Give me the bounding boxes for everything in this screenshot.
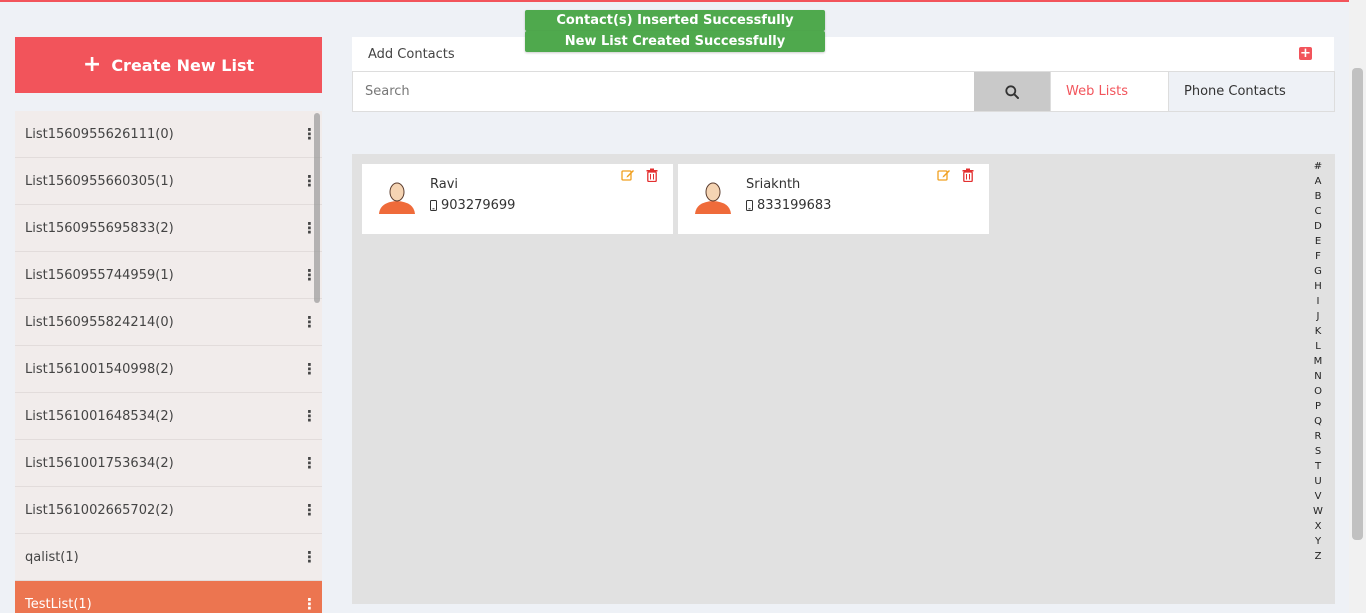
trash-icon[interactable] <box>646 168 658 182</box>
kebab-menu-icon[interactable]: ⋮ <box>302 220 317 236</box>
list-item-label: qalist(1) <box>25 549 79 565</box>
kebab-menu-icon[interactable]: ⋮ <box>302 502 317 518</box>
avatar-icon <box>695 182 731 214</box>
alpha-letter[interactable]: Y <box>1309 534 1327 549</box>
alpha-letter[interactable]: T <box>1309 459 1327 474</box>
top-accent-line <box>0 0 1366 2</box>
contact-phone-row: 903279699 <box>430 198 515 213</box>
alpha-letter[interactable]: I <box>1309 294 1327 309</box>
list-item-label: List1560955695833(2) <box>25 220 174 236</box>
alpha-letter[interactable]: G <box>1309 264 1327 279</box>
alpha-letter[interactable]: P <box>1309 399 1327 414</box>
add-contacts-header: Add Contacts + <box>352 37 1334 71</box>
alpha-letter[interactable]: O <box>1309 384 1327 399</box>
alpha-letter[interactable]: M <box>1309 354 1327 369</box>
tab-web-lists[interactable]: Web Lists <box>1050 72 1168 111</box>
list-item[interactable]: List1560955824214(0) ⋮ <box>15 299 322 346</box>
alpha-letter[interactable]: F <box>1309 249 1327 264</box>
alpha-letter[interactable]: W <box>1309 504 1327 519</box>
list-item[interactable]: List1560955660305(1) ⋮ <box>15 158 322 205</box>
toast-list-created: New List Created Successfully <box>525 31 825 52</box>
list-panel: List1560955626111(0) ⋮ List1560955660305(… <box>15 111 322 613</box>
trash-icon[interactable] <box>962 168 974 182</box>
list-item[interactable]: qalist(1) ⋮ <box>15 534 322 581</box>
list-item[interactable]: List1561001540998(2) ⋮ <box>15 346 322 393</box>
list-item-active[interactable]: TestList(1) ⋮ <box>15 581 322 613</box>
avatar-icon <box>379 182 415 214</box>
contact-phone: 903279699 <box>441 198 516 213</box>
add-contacts-title: Add Contacts <box>368 46 455 62</box>
list-item-label: List1561001540998(2) <box>25 361 174 377</box>
contacts-area: Ravi 903279699 Sriaknth 833199683 <box>352 154 1335 604</box>
toast-contacts-inserted: Contact(s) Inserted Successfully <box>525 10 825 31</box>
sidebar-scrollbar[interactable] <box>314 113 320 303</box>
list-item[interactable]: List1560955744959(1) ⋮ <box>15 252 322 299</box>
mobile-phone-icon <box>746 200 753 211</box>
contact-card[interactable]: Sriaknth 833199683 <box>678 164 989 234</box>
kebab-menu-icon[interactable]: ⋮ <box>302 408 317 424</box>
contact-card[interactable]: Ravi 903279699 <box>362 164 673 234</box>
kebab-menu-icon[interactable]: ⋮ <box>302 314 317 330</box>
alpha-letter[interactable]: C <box>1309 204 1327 219</box>
alpha-letter[interactable]: U <box>1309 474 1327 489</box>
alpha-letter[interactable]: # <box>1309 159 1327 174</box>
contact-name: Ravi <box>430 177 459 192</box>
alpha-letter[interactable]: D <box>1309 219 1327 234</box>
list-item[interactable]: List1561001753634(2) ⋮ <box>15 440 322 487</box>
add-square-icon[interactable]: + <box>1299 47 1312 60</box>
list-item-label: List1561001648534(2) <box>25 408 174 424</box>
mobile-phone-icon <box>430 200 437 211</box>
list-item[interactable]: List1560955695833(2) ⋮ <box>15 205 322 252</box>
create-new-list-label: Create New List <box>111 55 255 75</box>
list-item[interactable]: List1561001648534(2) ⋮ <box>15 393 322 440</box>
kebab-menu-icon[interactable]: ⋮ <box>302 126 317 142</box>
search-input[interactable] <box>353 72 974 111</box>
alpha-letter[interactable]: V <box>1309 489 1327 504</box>
create-new-list-button[interactable]: + Create New List <box>15 37 322 93</box>
alpha-letter[interactable]: B <box>1309 189 1327 204</box>
list-item-label: TestList(1) <box>25 596 92 612</box>
kebab-menu-icon[interactable]: ⋮ <box>302 596 317 612</box>
alpha-letter[interactable]: J <box>1309 309 1327 324</box>
kebab-menu-icon[interactable]: ⋮ <box>302 267 317 283</box>
kebab-menu-icon[interactable]: ⋮ <box>302 549 317 565</box>
list-item[interactable]: List1561002665702(2) ⋮ <box>15 487 322 534</box>
alpha-letter[interactable]: H <box>1309 279 1327 294</box>
contact-phone: 833199683 <box>757 198 832 213</box>
alpha-letter[interactable]: N <box>1309 369 1327 384</box>
alpha-letter[interactable]: K <box>1309 324 1327 339</box>
tab-phone-contacts[interactable]: Phone Contacts <box>1168 72 1334 111</box>
edit-icon[interactable] <box>621 168 635 182</box>
alpha-letter[interactable]: E <box>1309 234 1327 249</box>
alpha-letter[interactable]: Z <box>1309 549 1327 564</box>
alpha-letter[interactable]: Q <box>1309 414 1327 429</box>
list-item-label: List1560955660305(1) <box>25 173 174 189</box>
list-item-label: List1560955824214(0) <box>25 314 174 330</box>
list-item[interactable]: List1560955626111(0) ⋮ <box>15 111 322 158</box>
kebab-menu-icon[interactable]: ⋮ <box>302 173 317 189</box>
alpha-letter[interactable]: A <box>1309 174 1327 189</box>
list-item-label: List1561001753634(2) <box>25 455 174 471</box>
list-item-label: List1560955626111(0) <box>25 126 174 142</box>
list-item-label: List1561002665702(2) <box>25 502 174 518</box>
alpha-letter[interactable]: S <box>1309 444 1327 459</box>
list-item-label: List1560955744959(1) <box>25 267 174 283</box>
kebab-menu-icon[interactable]: ⋮ <box>302 361 317 377</box>
search-bar: Web Lists Phone Contacts <box>352 71 1335 112</box>
alphabet-index: # A B C D E F G H I J K L M N O P Q R S … <box>1309 159 1327 564</box>
alpha-letter[interactable]: R <box>1309 429 1327 444</box>
alpha-letter[interactable]: L <box>1309 339 1327 354</box>
search-button[interactable] <box>974 72 1050 111</box>
search-icon <box>1005 84 1019 99</box>
contact-name: Sriaknth <box>746 177 801 192</box>
edit-icon[interactable] <box>937 168 951 182</box>
plus-icon: + <box>82 52 102 77</box>
page-scrollbar-thumb[interactable] <box>1352 68 1363 540</box>
alpha-letter[interactable]: X <box>1309 519 1327 534</box>
contact-phone-row: 833199683 <box>746 198 831 213</box>
kebab-menu-icon[interactable]: ⋮ <box>302 455 317 471</box>
